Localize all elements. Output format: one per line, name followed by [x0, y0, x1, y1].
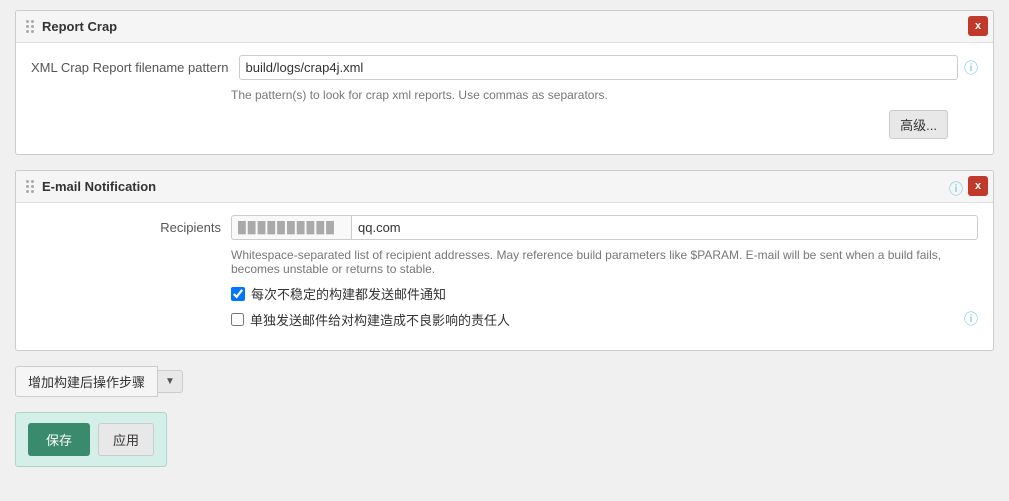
checkbox-responsible-row: 单独发送邮件给对构建造成不良影响的责任人 ⓘ: [231, 309, 978, 329]
recipient-masked: ██████████: [231, 215, 351, 240]
recipient-email-input[interactable]: [351, 215, 978, 240]
responsible-person-label: 单独发送邮件给对构建造成不良影响的责任人: [250, 310, 510, 329]
filename-pattern-row: XML Crap Report filename pattern ⓘ: [31, 55, 978, 80]
unstable-notify-checkbox[interactable]: [231, 287, 245, 301]
footer-area: 保存 应用: [15, 407, 994, 467]
email-section-help-icon[interactable]: ⓘ: [949, 179, 963, 199]
recipients-control: ██████████: [231, 215, 978, 240]
responsible-person-checkbox[interactable]: [231, 313, 244, 326]
report-crap-header: Report Crap: [16, 11, 993, 43]
filename-pattern-label: XML Crap Report filename pattern: [31, 55, 239, 75]
recipients-label: Recipients: [31, 215, 231, 235]
responsible-help-icon[interactable]: ⓘ: [964, 309, 978, 329]
email-notification-section: E-mail Notification x ⓘ Recipients █████…: [15, 170, 994, 351]
save-button[interactable]: 保存: [28, 423, 90, 456]
delete-email-button[interactable]: x: [968, 176, 988, 196]
report-crap-section: Report Crap x XML Crap Report filename p…: [15, 10, 994, 155]
drag-handle-icon-2: [26, 180, 34, 193]
add-step-button[interactable]: 增加构建后操作步骤: [15, 366, 158, 397]
recipients-row: Recipients ██████████: [31, 215, 978, 240]
apply-button[interactable]: 应用: [98, 423, 154, 456]
filename-help-icon[interactable]: ⓘ: [964, 58, 978, 78]
checkbox-unstable-row: 每次不稳定的构建都发送邮件通知: [231, 284, 978, 303]
add-step-row: 增加构建后操作步骤 ▼: [15, 366, 994, 397]
recipients-help-text: Whitespace-separated list of recipient a…: [231, 248, 978, 276]
filename-pattern-control: ⓘ: [239, 55, 978, 80]
email-notification-header: E-mail Notification: [16, 171, 993, 203]
recipient-input-container: ██████████: [231, 215, 978, 240]
main-container: Report Crap x XML Crap Report filename p…: [0, 0, 1009, 477]
report-crap-body: XML Crap Report filename pattern ⓘ The p…: [16, 43, 993, 154]
save-section: 保存 应用: [15, 412, 167, 467]
filename-help-text: The pattern(s) to look for crap xml repo…: [231, 88, 978, 102]
email-notification-body: Recipients ██████████ Whitespace-separat…: [16, 203, 993, 350]
advanced-button[interactable]: 高级...: [889, 110, 948, 139]
filename-pattern-input[interactable]: [239, 55, 958, 80]
advanced-btn-row: 高级...: [31, 110, 978, 139]
unstable-notify-label: 每次不稳定的构建都发送邮件通知: [251, 284, 446, 303]
delete-report-crap-button[interactable]: x: [968, 16, 988, 36]
report-crap-title: Report Crap: [42, 19, 117, 34]
email-notification-title: E-mail Notification: [42, 179, 156, 194]
add-step-dropdown-arrow[interactable]: ▼: [158, 370, 183, 393]
drag-handle-icon: [26, 20, 34, 33]
